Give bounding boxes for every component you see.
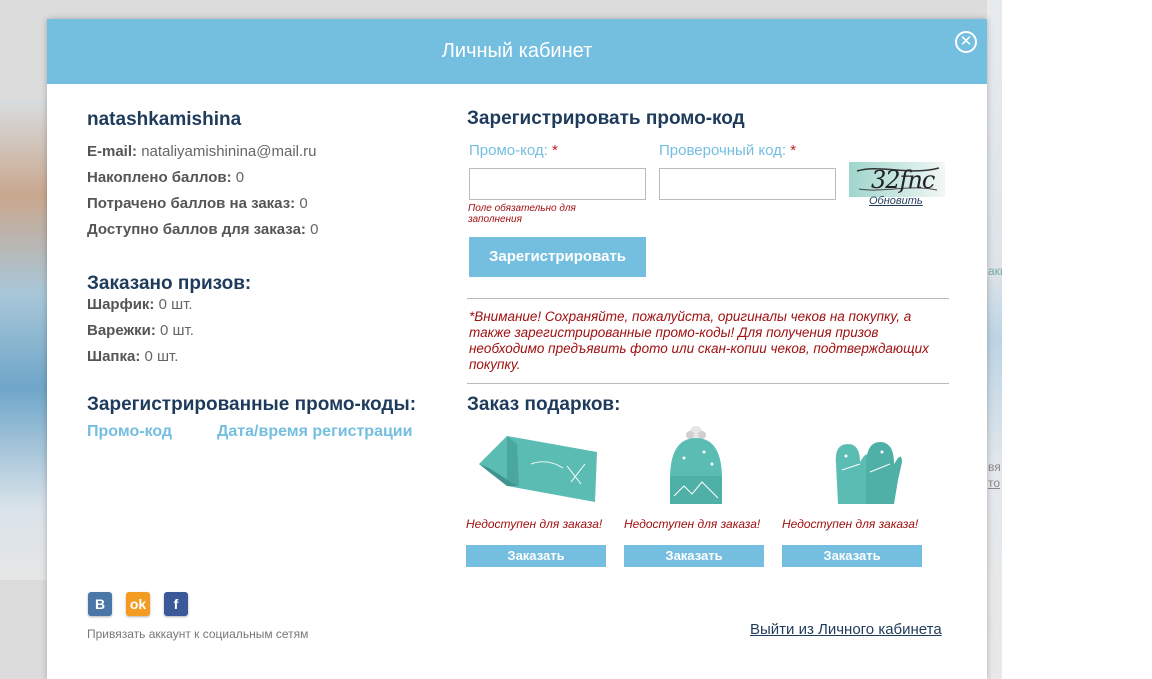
captcha-label: Проверочный код: * [659,142,797,159]
gift-mittens [782,424,922,512]
facebook-icon[interactable]: f [164,592,188,616]
captcha-text: 32fnc [871,166,935,194]
points-spent-label: Потрачено баллов на заказ: [87,195,296,212]
prize-label: Шапка: [87,348,141,365]
required-mark: * [551,142,558,159]
email-value: nataliyamishinina@mail.ru [141,143,317,160]
divider [467,298,949,299]
promo-code-input[interactable] [469,168,646,200]
vk-icon[interactable]: В [88,592,112,616]
codes-column-date: Дата/время регистрации [217,423,413,440]
background-illustration [0,100,47,580]
close-button[interactable]: ✕ [955,31,977,53]
notice-text: *Внимание! Сохраняйте, пожалуйста, ориги… [469,309,929,372]
logout-link[interactable]: Выйти из Личного кабинета [750,621,942,638]
points-available-value: 0 [310,221,319,238]
modal-header: Личный кабинет [47,19,987,84]
social-caption: Привязать аккаунт к социальным сетям [87,627,309,641]
points-earned-value: 0 [235,169,245,186]
required-mark: * [790,142,797,159]
gift-status: Недоступен для заказа! [624,517,761,531]
points-available-label: Доступно баллов для заказа: [87,221,306,238]
points-spent-row: Потрачено баллов на заказ: 0 [87,195,308,212]
gift-status: Недоступен для заказа! [782,517,919,531]
background-link[interactable]: то [988,476,1000,490]
required-hint: Поле обязательно для заполнения [468,203,576,225]
prize-label: Шарфик: [87,296,155,313]
points-spent-value: 0 [299,195,308,212]
prize-row: Шапка: 0 шт. [87,348,178,365]
prize-row: Шарфик: 0 шт. [87,296,193,313]
close-icon: ✕ [959,33,973,50]
points-earned-label: Накоплено баллов: [87,169,232,186]
background-text: аки [988,264,1002,278]
captcha-image: 32fnc [849,162,945,197]
background-edge [987,0,1002,679]
order-hat-button[interactable]: Заказать [624,545,764,567]
captcha-input[interactable] [659,168,836,200]
email-label: E-mail: [87,143,138,160]
gift-status: Недоступен для заказа! [466,517,603,531]
modal-title: Личный кабинет [441,40,593,62]
points-available-row: Доступно баллов для заказа: 0 [87,221,318,238]
codes-column-promo: Промо-код [87,423,173,440]
captcha-refresh-link[interactable]: Обновить [869,195,923,207]
order-scarf-button[interactable]: Заказать [466,545,606,567]
prizes-title: Заказано призов: [87,273,252,294]
mittens-icon [782,424,922,512]
gift-scarf [467,424,607,512]
codes-title: Зарегистрированные промо-коды: [87,394,417,415]
prize-label: Варежки: [87,322,156,339]
order-mittens-button[interactable]: Заказать [782,545,922,567]
prize-row: Варежки: 0 шт. [87,322,194,339]
prize-value: 0 шт. [144,348,179,365]
odnoklassniki-icon[interactable]: ok [126,592,150,616]
hat-icon [624,424,764,512]
divider [467,383,949,384]
email-row: E-mail: nataliyamishinina@mail.ru [87,143,317,160]
points-earned-row: Накоплено баллов: 0 [87,169,244,186]
promo-label: Промо-код: * [469,142,558,159]
register-title: Зарегистрировать промо-код [467,108,745,129]
gifts-title: Заказ подарков: [467,394,621,415]
background-text: вя [988,460,1001,474]
username: natashkamishina [87,109,242,130]
register-button[interactable]: Зарегистрировать [469,237,646,277]
account-modal: Личный кабинет ✕ natashkamishina E-mail:… [47,19,987,679]
prize-value: 0 шт. [160,322,194,339]
gift-hat [624,424,764,512]
prize-value: 0 шт. [158,296,193,313]
scarf-icon [467,424,607,512]
